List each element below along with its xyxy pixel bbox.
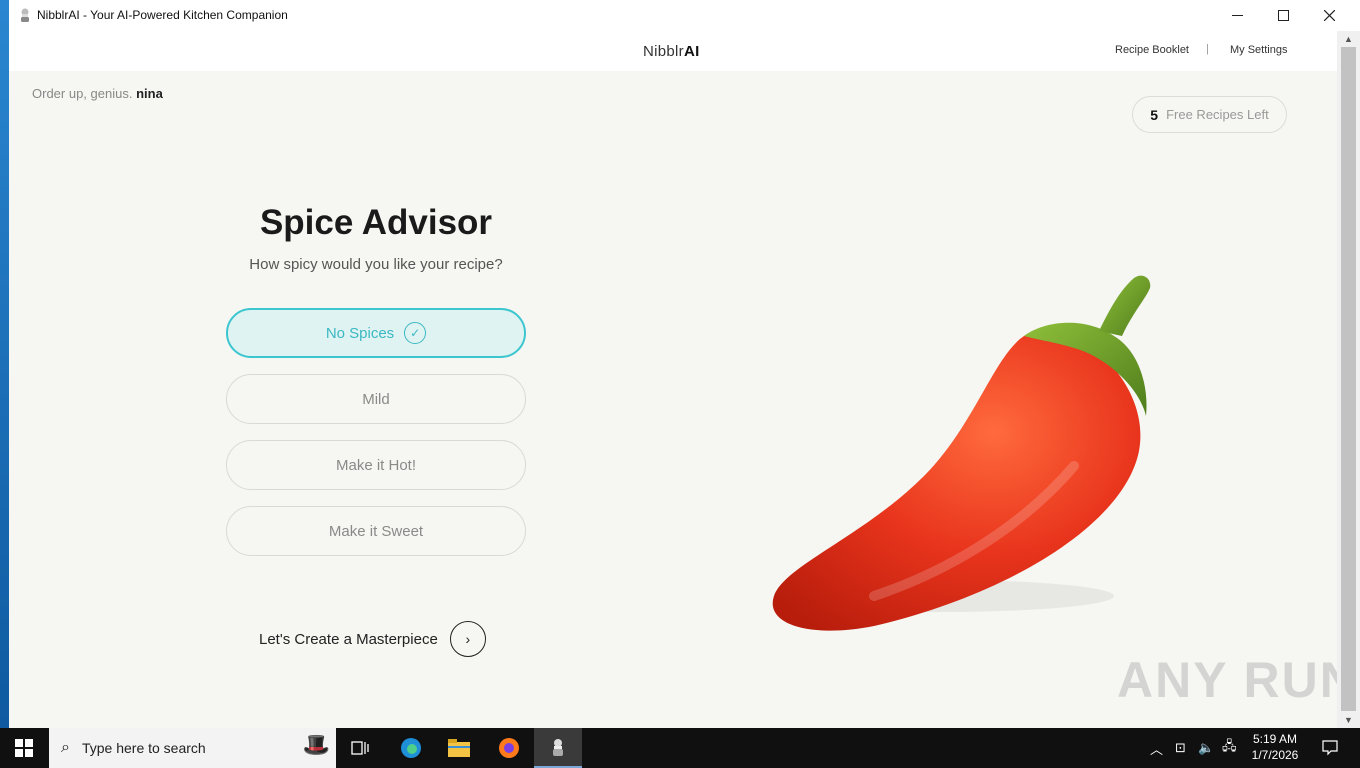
title-bar: NibblrAI - Your AI-Powered Kitchen Compa… (9, 0, 1360, 31)
page-subtitle: How spicy would you like your recipe? (249, 256, 503, 273)
spice-option-no-spices[interactable]: No Spices ✓ (226, 308, 526, 358)
nav-my-settings[interactable]: My Settings (1230, 44, 1287, 56)
scroll-up-arrow-icon[interactable]: ▲ (1337, 31, 1360, 47)
close-button[interactable] (1306, 0, 1352, 31)
taskbar-firefox[interactable] (485, 728, 533, 768)
search-icon: ⌕ (61, 739, 70, 756)
desktop-background (0, 0, 9, 728)
nav-recipe-booklet[interactable]: Recipe Booklet (1115, 44, 1189, 56)
taskbar-search[interactable]: ⌕ Type here to search 🎩 (49, 728, 336, 768)
taskbar-nibblrai[interactable] (534, 728, 582, 768)
maximize-button[interactable] (1260, 0, 1306, 31)
scroll-down-arrow-icon[interactable]: ▼ (1337, 712, 1360, 728)
option-label: Mild (362, 390, 390, 408)
free-recipes-badge: 5 Free Recipes Left (1132, 96, 1287, 133)
greeting-username: nina (136, 86, 163, 101)
app-content: NibblrAI Recipe Booklet | My Settings Or… (9, 31, 1337, 728)
chevron-right-icon[interactable]: › (449, 621, 486, 657)
speaker-icon: 🔈 (1198, 740, 1215, 755)
free-recipes-count: 5 (1150, 106, 1159, 123)
minimize-button[interactable] (1214, 0, 1260, 31)
spice-option-make-it-sweet[interactable]: Make it Sweet (226, 506, 526, 556)
clock-date: 1/7/2026 (1251, 748, 1299, 762)
option-label: Make it Hot! (335, 456, 417, 474)
folder-icon (448, 739, 470, 757)
volume-button[interactable]: 🔈 (1198, 728, 1214, 768)
chevron-up-icon: ︿ (1150, 741, 1164, 757)
edge-icon (401, 738, 421, 758)
scroll-thumb[interactable] (1341, 47, 1356, 711)
clock-time: 5:19 AM (1252, 732, 1298, 746)
search-placeholder: Type here to search (81, 740, 206, 756)
greeting: Order up, genius. nina (32, 86, 163, 101)
app-window: NibblrAI - Your AI-Powered Kitchen Compa… (9, 0, 1360, 728)
close-icon (1323, 10, 1335, 21)
notifications-button[interactable] (1310, 728, 1350, 768)
meet-now-button[interactable]: ⊡ (1175, 728, 1186, 768)
search-highlight-icon: 🎩 (302, 732, 330, 757)
windows-logo-icon (15, 739, 33, 757)
option-label: Make it Sweet (328, 522, 424, 540)
start-button[interactable] (0, 728, 48, 768)
nav-separator: | (1206, 43, 1209, 55)
camera-icon: ⊡ (1175, 740, 1186, 755)
option-label: No Spices (325, 324, 395, 342)
network-icon: 🖧 (1222, 738, 1237, 753)
show-hidden-icons-button[interactable]: ︿ (1150, 728, 1163, 768)
taskbar-clock[interactable]: 5:19 AM 1/7/2026 (1246, 731, 1304, 763)
app-header: NibblrAI Recipe Booklet | My Settings (9, 31, 1337, 71)
greeting-prefix: Order up, genius. (32, 86, 133, 101)
create-masterpiece-button[interactable]: Let's Create a Masterpiece › (259, 621, 486, 657)
check-circle-icon: ✓ (404, 322, 427, 344)
spice-option-mild[interactable]: Mild (226, 374, 526, 424)
brand-logo: NibblrAI (643, 43, 700, 60)
network-button[interactable]: 🖧 (1222, 728, 1237, 768)
create-label: Let's Create a Masterpiece (259, 630, 438, 648)
window-title: NibblrAI - Your AI-Powered Kitchen Compa… (37, 8, 288, 22)
minimize-icon (1231, 15, 1243, 16)
taskbar: ⌕ Type here to search 🎩 ︿ ⊡ 🔈 🖧 5:19 AM … (0, 728, 1360, 768)
free-recipes-label: Free Recipes Left (1166, 107, 1269, 122)
vertical-scrollbar[interactable]: ▲ ▼ (1337, 31, 1360, 728)
firefox-icon (499, 738, 519, 758)
notification-icon (1322, 740, 1338, 756)
maximize-icon (1277, 10, 1289, 21)
chef-app-icon (21, 8, 29, 22)
taskbar-edge[interactable] (387, 728, 435, 768)
task-view-button[interactable] (336, 728, 384, 768)
taskbar-file-explorer[interactable] (435, 728, 483, 768)
spice-option-make-it-hot[interactable]: Make it Hot! (226, 440, 526, 490)
anyrun-watermark: ANY RUN (1117, 652, 1337, 708)
task-view-icon (351, 741, 369, 755)
page-title: Spice Advisor (259, 203, 493, 242)
chili-pepper-icon (772, 275, 1151, 631)
chef-app-icon (553, 739, 563, 756)
